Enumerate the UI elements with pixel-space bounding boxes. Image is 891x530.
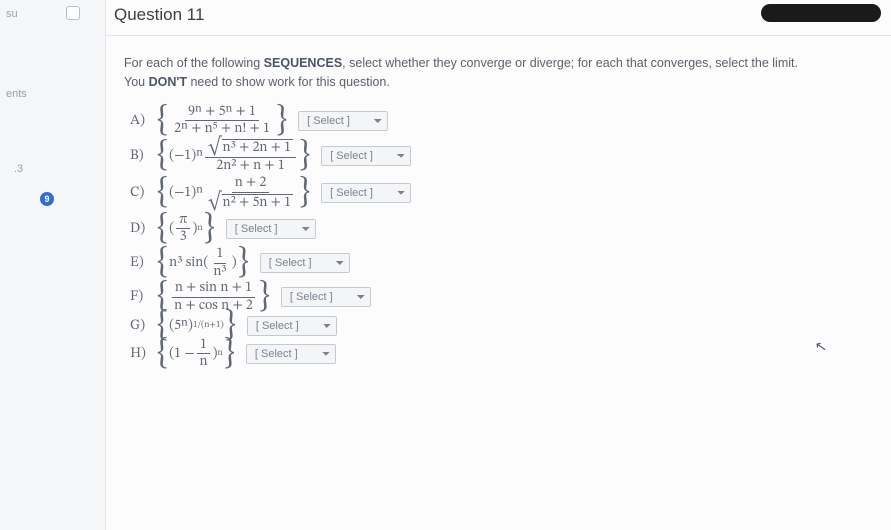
item-row-d: D) { (π3)n } [ Select ] <box>130 213 891 245</box>
formula-e: { n³ sin (1n³) } <box>156 247 250 279</box>
prefix: (−1)ⁿ <box>169 147 203 165</box>
num: 9ⁿ + 5ⁿ + 1 <box>185 105 259 122</box>
instr-bold-seq: SEQUENCES <box>264 56 343 70</box>
question-panel: Question 11 For each of the following SE… <box>105 0 891 530</box>
item-row-c: C) { (−1)ⁿ n + 2 √n² + 5n + 1 } [ Select… <box>130 176 891 211</box>
item-letter-d: D) <box>130 220 146 238</box>
formula-b: { (−1)ⁿ √n³ + 2n + 1 2n² + n + 1 } <box>156 139 311 174</box>
instr-part: For each of the following <box>124 56 264 70</box>
formula-h: { (1 − 1n)n } <box>156 338 236 370</box>
instr-bold-dont: DON'T <box>149 75 187 89</box>
sqrt-body: n² + 5n + 1 <box>222 194 294 211</box>
item-row-h: H) { (1 − 1n)n } [ Select ] <box>130 338 891 370</box>
sqrt-body: n³ + 2n + 1 <box>222 139 294 156</box>
select-a[interactable]: [ Select ] <box>298 111 388 131</box>
item-letter-f: F) <box>130 288 146 306</box>
num: 1 <box>197 338 210 355</box>
item-letter-h: H) <box>130 345 146 363</box>
rail-text-3: .3 <box>14 163 23 175</box>
instr-part: , select whether they converge or diverg… <box>342 56 798 70</box>
num: n + sin n + 1 <box>172 281 255 298</box>
base: (5ⁿ) <box>169 317 193 335</box>
redacted-name <box>761 4 881 22</box>
rail-text-su: su <box>6 8 18 20</box>
prefix: (−1)ⁿ <box>169 184 203 202</box>
flag-checkbox[interactable] <box>66 6 80 20</box>
formula-d: { (π3)n } <box>156 213 216 245</box>
select-e[interactable]: [ Select ] <box>260 253 350 273</box>
select-c[interactable]: [ Select ] <box>321 183 411 203</box>
rail-text-ents: ents <box>6 88 27 100</box>
item-row-b: B) { (−1)ⁿ √n³ + 2n + 1 2n² + n + 1 } [ … <box>130 139 891 174</box>
text: 1 − <box>174 345 194 363</box>
item-letter-e: E) <box>130 254 146 272</box>
item-row-a: A) { 9ⁿ + 5ⁿ + 1 2ⁿ + n⁵ + n! + 1 } [ Se… <box>130 105 891 137</box>
left-rail: su ents .3 9 <box>0 0 60 530</box>
select-b[interactable]: [ Select ] <box>321 146 411 166</box>
den: 2n² + n + 1 <box>213 158 288 174</box>
question-nav-bullet[interactable]: 9 <box>40 192 54 206</box>
formula-g: { (5ⁿ)1/(n+1) } <box>156 317 237 335</box>
instr-part: You <box>124 75 149 89</box>
formula-f: { n + sin n + 1 n + cos n + 2 } <box>156 281 271 313</box>
den: 3 <box>177 229 190 245</box>
num: n + 2 <box>232 176 270 193</box>
item-letter-a: A) <box>130 112 146 130</box>
den: 2ⁿ + n⁵ + n! + 1 <box>171 121 273 137</box>
item-row-g: G) { (5ⁿ)1/(n+1) } [ Select ] <box>130 316 891 336</box>
den: n <box>196 354 210 370</box>
formula-c: { (−1)ⁿ n + 2 √n² + 5n + 1 } <box>156 176 311 211</box>
instructions: For each of the following SEQUENCES, sel… <box>106 36 891 99</box>
prefix: n³ sin <box>169 254 203 272</box>
den: n³ <box>210 264 229 280</box>
item-letter-g: G) <box>130 317 146 335</box>
item-letter-c: C) <box>130 184 146 202</box>
den: n + cos n + 2 <box>171 298 256 314</box>
items-list: A) { 9ⁿ + 5ⁿ + 1 2ⁿ + n⁵ + n! + 1 } [ Se… <box>106 99 891 370</box>
item-row-e: E) { n³ sin (1n³) } [ Select ] <box>130 247 891 279</box>
num: π <box>176 213 190 230</box>
select-g[interactable]: [ Select ] <box>247 316 337 336</box>
select-f[interactable]: [ Select ] <box>281 287 371 307</box>
num: 1 <box>214 247 227 264</box>
item-letter-b: B) <box>130 147 146 165</box>
select-d[interactable]: [ Select ] <box>226 219 316 239</box>
item-row-f: F) { n + sin n + 1 n + cos n + 2 } [ Sel… <box>130 281 891 313</box>
select-h[interactable]: [ Select ] <box>246 344 336 364</box>
formula-a: { 9ⁿ + 5ⁿ + 1 2ⁿ + n⁵ + n! + 1 } <box>156 105 288 137</box>
instr-part: need to show work for this question. <box>187 75 390 89</box>
